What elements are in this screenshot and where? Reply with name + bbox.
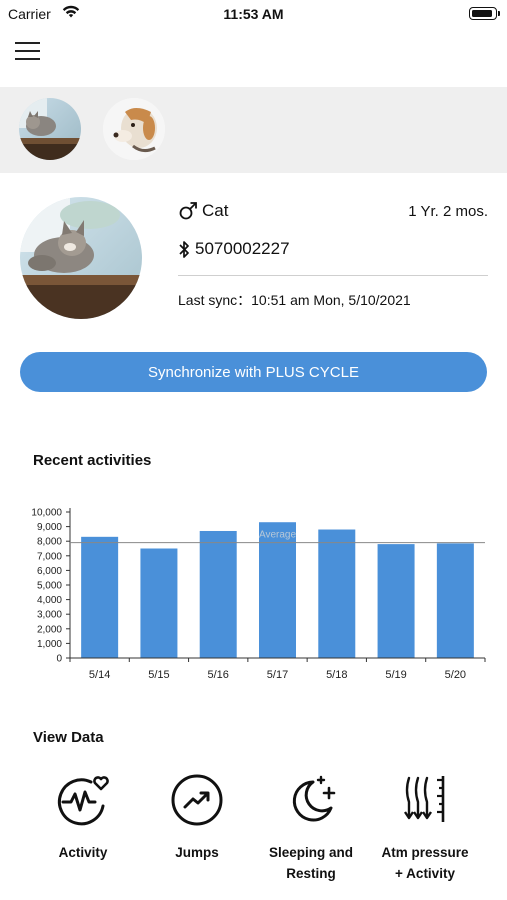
status-bar: Carrier 11:53 AM xyxy=(0,0,507,30)
device-id: 5070002227 xyxy=(195,239,290,258)
x-tick-label: 5/20 xyxy=(445,669,466,681)
dog-avatar[interactable] xyxy=(103,98,165,160)
last-sync-row: Last sync：10:51 am Mon, 5/10/2021 xyxy=(178,290,411,310)
x-tick-label: 5/14 xyxy=(89,669,110,681)
moon-sleep-icon xyxy=(292,775,336,822)
hamburger-menu-icon[interactable] xyxy=(14,40,42,62)
view-data-title: View Data xyxy=(33,729,104,746)
x-tick-label: 5/19 xyxy=(385,669,406,681)
pet-profile-photo xyxy=(20,197,142,319)
cat-avatar[interactable] xyxy=(19,98,81,160)
pet-name-row: Cat xyxy=(178,201,228,221)
view-sleeping-button[interactable]: Sleeping and Resting xyxy=(256,772,366,884)
x-tick-label: 5/18 xyxy=(326,669,347,681)
synchronize-button[interactable]: Synchronize with PLUS CYCLE xyxy=(20,352,487,392)
bar-5-18 xyxy=(318,529,356,658)
recent-activities-chart: 0 1,000 2,000 3,000 4,000 5,000 6,000 7,000 8,00… xyxy=(31,508,486,681)
pressure-gauge-icon xyxy=(404,776,445,822)
x-tick-label: 5/15 xyxy=(148,669,169,681)
pet-selector-strip xyxy=(0,87,507,173)
y-tick-label: 0 xyxy=(56,654,62,665)
bar-5-16 xyxy=(199,530,237,658)
battery-icon xyxy=(469,7,500,20)
recent-activities-title: Recent activities xyxy=(33,452,152,469)
bluetooth-icon xyxy=(179,240,189,258)
jumps-trend-icon xyxy=(171,774,223,826)
view-activity-label: Activity xyxy=(58,845,108,860)
y-tick-label: 5,000 xyxy=(37,581,62,592)
bar-5-15 xyxy=(140,548,178,658)
view-jumps-label: Jumps xyxy=(175,845,219,860)
clock: 11:53 AM xyxy=(223,6,284,22)
synchronize-button-label: Synchronize with PLUS CYCLE xyxy=(148,363,359,381)
bar-5-14 xyxy=(81,536,119,658)
x-tick-label: 5/17 xyxy=(267,669,288,681)
y-tick-label: 6,000 xyxy=(37,566,62,577)
bar-5-20 xyxy=(436,543,474,658)
y-tick-label: 8,000 xyxy=(37,537,62,548)
y-tick-label: 7,000 xyxy=(37,551,62,562)
heart-activity-icon xyxy=(57,776,109,826)
y-tick-label: 2,000 xyxy=(37,624,62,635)
view-sleeping-label: Sleeping and Resting xyxy=(268,845,353,881)
nav-bar xyxy=(0,30,507,86)
y-tick-label: 1,000 xyxy=(37,639,62,650)
divider xyxy=(178,275,488,276)
male-icon xyxy=(179,202,197,220)
y-tick-label: 10,000 xyxy=(31,508,62,519)
y-tick-label: 4,000 xyxy=(37,595,62,606)
bar-5-19 xyxy=(377,544,415,658)
last-sync-label: Last sync： xyxy=(178,292,252,308)
average-label: Average xyxy=(259,530,297,541)
device-id-row: 5070002227 xyxy=(178,239,290,259)
y-tick-label: 3,000 xyxy=(37,610,62,621)
view-pressure-button[interactable]: Atm pressure + Activity xyxy=(370,772,480,884)
view-pressure-label: Atm pressure + Activity xyxy=(381,845,469,881)
pet-name: Cat xyxy=(202,201,229,220)
x-tick-label: 5/16 xyxy=(208,669,229,681)
pet-age: 1 Yr. 2 mos. xyxy=(408,203,488,220)
view-jumps-button[interactable]: Jumps xyxy=(142,772,252,863)
view-activity-button[interactable]: Activity xyxy=(28,772,138,863)
y-tick-label: 9,000 xyxy=(37,522,62,533)
last-sync-value: 10:51 am Mon, 5/10/2021 xyxy=(251,292,411,308)
